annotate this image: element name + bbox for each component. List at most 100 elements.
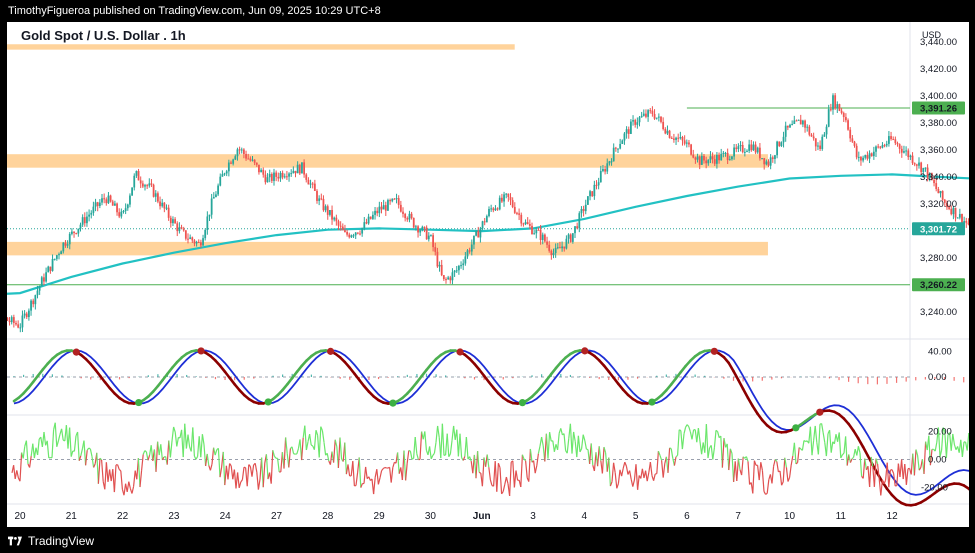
candle [492,208,495,211]
rsi-segment [446,433,450,457]
rsi-segment [811,440,815,456]
rsi-segment [382,467,386,470]
rsi-segment [73,435,77,452]
candle [875,146,877,152]
candle [516,212,518,214]
rsi-segment [670,448,674,459]
candle [221,174,224,177]
candle [554,248,557,254]
candle [473,235,475,245]
oscillator-segment [852,429,860,440]
rsi-segment [785,467,789,482]
candle [348,234,351,238]
candle [316,190,318,201]
candle [735,147,738,150]
candle [574,226,576,234]
oscillator-segment [732,369,740,382]
chart-frame[interactable]: USD3,240.003,260.003,280.003,300.003,320… [7,22,969,527]
candle [417,226,419,233]
rsi-segment [621,468,624,477]
oscillator-segment [751,404,759,415]
brand[interactable]: TradingView [8,534,94,548]
candle [404,213,407,219]
candle [939,191,942,194]
candle [546,241,548,245]
rsi-segment [883,479,887,485]
candle [344,230,346,233]
candle [819,145,821,149]
candle [296,164,299,174]
candle [728,159,731,161]
candle [498,197,501,210]
candle [71,231,73,234]
candle [34,295,37,305]
candle [118,212,121,217]
candle [442,275,445,280]
candle [350,235,353,238]
rsi-segment [536,453,539,466]
candle [83,217,86,224]
rsi-segment [723,438,727,448]
rsi-segment [789,465,792,478]
rsi-segment [773,459,776,467]
rsi-segment [656,451,659,474]
time-tick-label: 12 [887,511,899,522]
candle [311,183,314,185]
candle [219,176,222,186]
candle [786,125,789,128]
rsi-segment [416,453,419,460]
candle [477,231,480,238]
candle [496,208,499,210]
rsi-segment [173,426,176,433]
rsi-segment [69,427,72,457]
rsi-segment [243,466,246,469]
candle [559,247,561,249]
rsi-segment [809,426,813,456]
candle [520,214,523,224]
candle [571,233,574,242]
rsi-segment [355,472,359,486]
candle [509,196,512,201]
candle [853,141,856,146]
crossover-dot [135,398,143,407]
rsi-segment [137,458,141,488]
candle [240,149,243,151]
chart-canvas[interactable]: USD3,240.003,260.003,280.003,300.003,320… [7,22,969,527]
rsi-segment [577,435,581,452]
candle [845,117,847,121]
rsi-segment [782,457,786,482]
candle [724,152,727,154]
candle [193,240,196,244]
candle [862,157,864,161]
candle [436,251,439,267]
rsi-segment [613,462,616,473]
rsi-segment [864,458,867,470]
candle [900,148,903,153]
candle [479,228,482,238]
price-label: 3,301.72 [920,224,957,235]
rsi-segment [829,430,832,453]
candle [141,183,144,187]
rsi-segment [85,450,88,466]
candle [470,244,473,252]
candle [722,152,725,154]
oscillator-tick-label: 40.00 [928,347,952,358]
candle [195,241,198,244]
candle [275,172,278,177]
candle [324,206,327,211]
rsi-segment [637,475,640,490]
candle [462,263,465,266]
candle [427,235,430,240]
rsi-tick-label: -20.00 [921,482,948,493]
candle [92,206,95,213]
candle [956,217,959,219]
time-tick-label: 30 [425,511,437,522]
rsi-segment [707,447,711,459]
candle [759,147,761,159]
candle [541,234,544,241]
rsi-segment [779,470,783,486]
candle [294,170,297,174]
candle [81,217,84,225]
rsi-segment [814,425,818,443]
price-tick-label: 3,420.00 [920,64,957,75]
